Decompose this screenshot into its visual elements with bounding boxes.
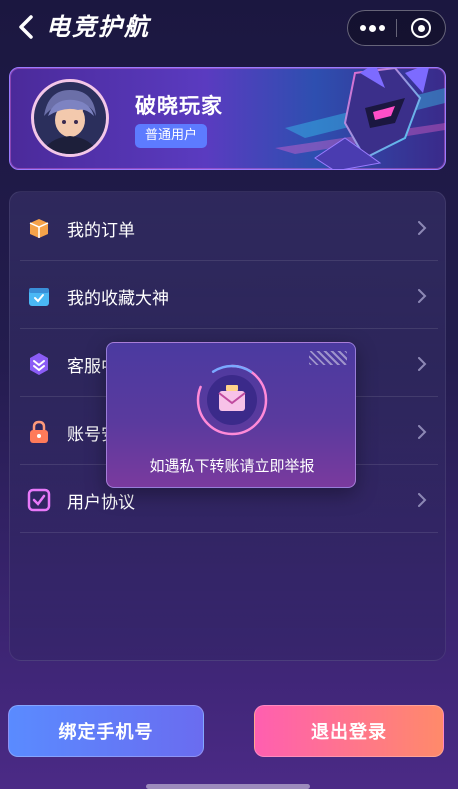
user-level-badge: 普通用户 [135,124,208,148]
menu-item-label: 用户协议 [67,492,135,513]
back-button[interactable] [12,12,40,42]
home-indicator[interactable] [146,784,310,789]
mini-program-capsule [347,10,446,46]
anime-avatar [42,90,98,154]
toast-message: 如遇私下转账请立即举报 [149,457,315,475]
avatar[interactable] [31,79,109,157]
profile-banner[interactable]: 破晓玩家 普通用户 [9,67,446,170]
box-icon [27,216,51,240]
logout-button[interactable]: 退出登录 [254,705,444,757]
chevron-right-icon [418,289,427,303]
chevron-right-icon [418,357,427,371]
menu-item-label: 我的收藏大神 [67,288,169,309]
calendar-check-icon [27,284,51,308]
menu-item-label: 我的订单 [67,220,135,241]
envelope-icon [196,364,268,436]
close-program-button[interactable] [397,11,445,45]
more-button[interactable] [348,11,396,45]
shield-chevron-icon [27,352,51,376]
chevron-right-icon [418,493,427,507]
chevron-right-icon [418,425,427,439]
warning-toast: 如遇私下转账请立即举报 [106,342,356,488]
target-circle-icon [411,18,431,38]
menu-divider [20,328,438,329]
top-bar: 电竞护航 [0,0,458,56]
more-dots-icon [359,24,385,32]
chevron-left-icon [19,15,33,39]
menu-divider [20,532,438,533]
page-title: 电竞护航 [46,13,150,41]
menu-item-orders[interactable]: 我的订单 [10,194,447,262]
lock-icon [27,420,51,444]
checkbox-icon [27,488,51,512]
mecha-illustration [275,68,445,169]
chevron-right-icon [418,221,427,235]
username: 破晓玩家 [135,94,223,118]
menu-divider [20,260,438,261]
menu-item-favorites[interactable]: 我的收藏大神 [10,262,447,330]
bind-phone-button[interactable]: 绑定手机号 [8,705,204,757]
toast-decoration [309,351,347,365]
